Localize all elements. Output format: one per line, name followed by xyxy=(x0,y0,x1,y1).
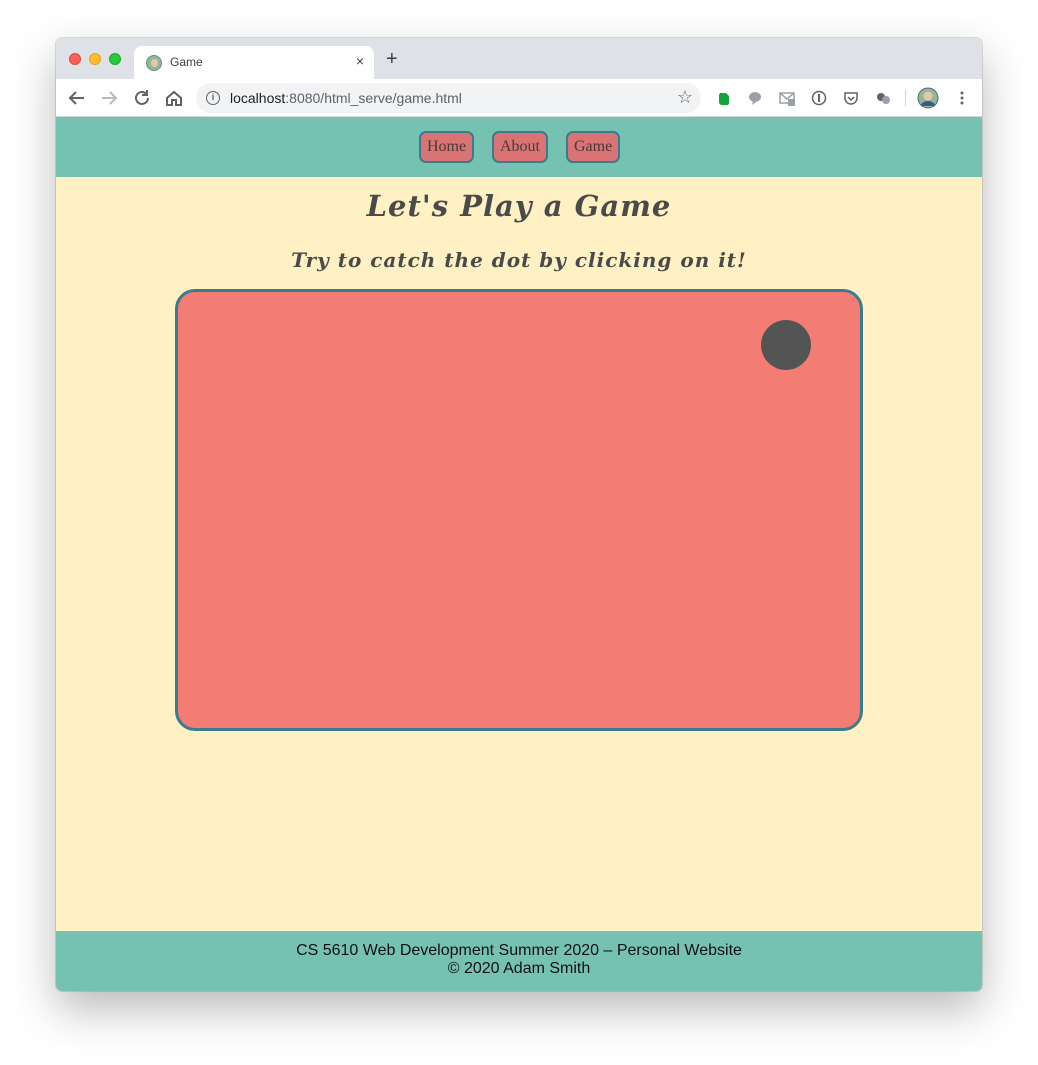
browser-toolbar: i localhost:8080/html_serve/game.html ☆ xyxy=(56,79,982,117)
close-window-button[interactable] xyxy=(69,53,81,65)
page-title: Let's Play a Game xyxy=(366,189,672,223)
browser-tab[interactable]: Game × xyxy=(134,46,374,79)
game-dot[interactable] xyxy=(761,320,811,370)
home-icon[interactable] xyxy=(163,87,185,109)
close-tab-icon[interactable]: × xyxy=(356,53,364,69)
footer-copyright-text: © 2020 Adam Smith xyxy=(447,960,591,977)
evernote-icon[interactable] xyxy=(716,90,732,106)
star-icon[interactable]: ☆ xyxy=(677,87,693,108)
toolbar-divider xyxy=(905,90,906,106)
minimize-window-button[interactable] xyxy=(89,53,101,65)
site-footer: CS 5610 Web Development Summer 2020 – Pe… xyxy=(56,931,982,991)
menu-kebab-icon[interactable] xyxy=(954,90,970,106)
tab-strip: Game × + xyxy=(56,38,982,79)
site-navbar: Home About Game xyxy=(56,117,982,177)
page-subtitle: Try to catch the dot by clicking on it! xyxy=(291,248,747,272)
profile-avatar-icon[interactable] xyxy=(917,87,939,109)
speech-bubble-icon[interactable] xyxy=(747,90,763,106)
browser-window: Game × + i localhost:8080/html_serve/gam… xyxy=(56,38,982,991)
forward-arrow-icon[interactable] xyxy=(98,87,120,109)
nav-home-link[interactable]: Home xyxy=(419,131,475,163)
page-content: Home About Game Let's Play a Game Try to… xyxy=(56,117,982,991)
tab-title: Game xyxy=(170,55,203,69)
pocket-icon[interactable] xyxy=(843,90,859,106)
address-bar[interactable]: i localhost:8080/html_serve/game.html ☆ xyxy=(196,83,701,113)
gmail-icon[interactable] xyxy=(779,90,795,106)
favicon-icon xyxy=(146,55,162,71)
maximize-window-button[interactable] xyxy=(109,53,121,65)
game-board xyxy=(175,289,863,731)
nav-game-link[interactable]: Game xyxy=(566,131,621,163)
reload-icon[interactable] xyxy=(131,87,153,109)
info-icon[interactable]: i xyxy=(206,91,220,105)
extensions-icon[interactable] xyxy=(875,90,891,106)
url-text: localhost:8080/html_serve/game.html xyxy=(230,90,462,106)
new-tab-button[interactable]: + xyxy=(386,49,398,69)
back-arrow-icon[interactable] xyxy=(66,87,88,109)
onepassword-icon[interactable] xyxy=(811,90,827,106)
footer-course-text: CS 5610 Web Development Summer 2020 – Pe… xyxy=(296,942,742,959)
nav-about-link[interactable]: About xyxy=(492,131,548,163)
